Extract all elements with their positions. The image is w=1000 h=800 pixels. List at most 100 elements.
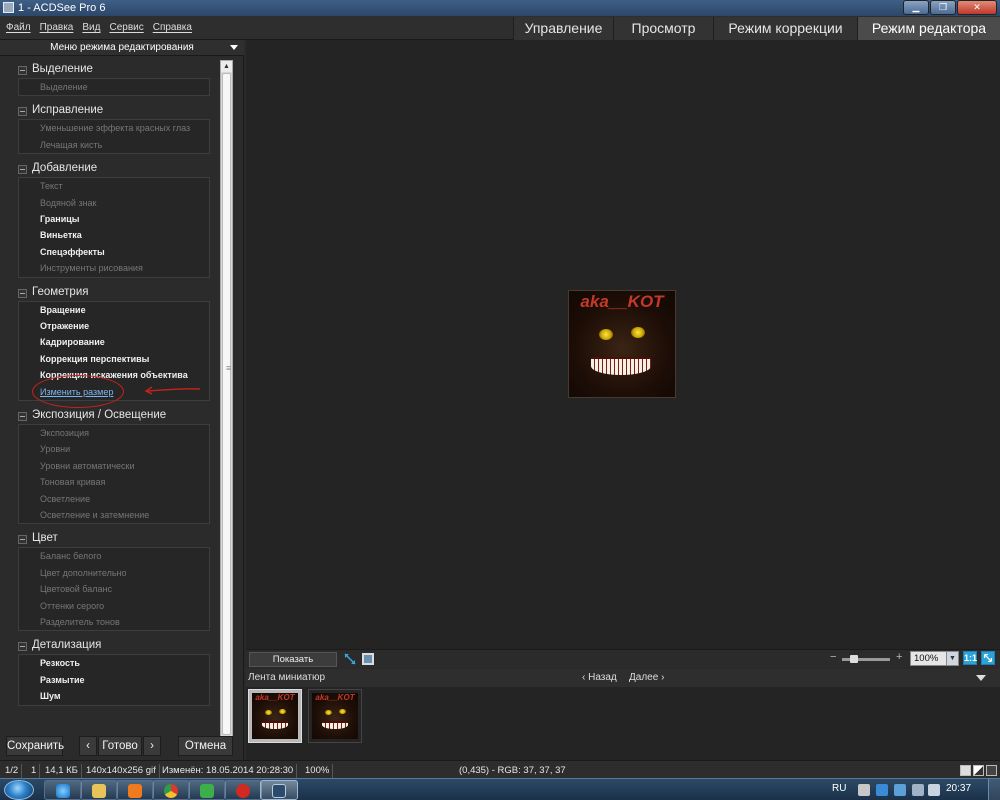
section-header[interactable]: Исправление <box>18 103 212 119</box>
clock[interactable]: 20:37 <box>946 783 971 794</box>
taskbar-ie[interactable] <box>44 780 82 800</box>
thumb-eye-left <box>265 710 272 715</box>
done-button[interactable]: Готово <box>98 736 142 756</box>
windows-taskbar: RU 20:37 <box>0 778 1000 800</box>
taskbar-app-green[interactable] <box>188 780 226 800</box>
main-image[interactable]: aka__KOT <box>568 290 676 398</box>
menu-edit[interactable]: Правка <box>40 22 74 33</box>
menu-item[interactable]: Резкость <box>19 655 209 671</box>
next-button[interactable]: › <box>143 736 161 756</box>
chevron-down-icon[interactable] <box>230 45 238 50</box>
menu-item[interactable]: Отражение <box>19 318 209 334</box>
panel-toggle-icon[interactable] <box>986 765 997 776</box>
menu-view[interactable]: Вид <box>82 22 100 33</box>
menu-item[interactable]: Вращение <box>19 302 209 318</box>
network-icon[interactable] <box>912 784 924 796</box>
zoom-in-button[interactable]: + <box>896 651 902 663</box>
tray-skype-icon[interactable] <box>876 784 888 796</box>
section-title: Исправление <box>32 104 104 117</box>
menu-item[interactable]: Спецэффекты <box>19 244 209 260</box>
menu-item: Цвет дополнительно <box>40 567 127 578</box>
collapse-icon[interactable] <box>18 642 27 652</box>
status-zoom: 100% <box>302 764 334 778</box>
volume-icon[interactable] <box>928 784 940 796</box>
splitter-grip-icon[interactable]: ≡ <box>226 363 231 375</box>
tab-edit[interactable]: Режим редактора <box>857 17 1000 40</box>
actual-size-button[interactable]: 1:1 <box>963 651 977 665</box>
tab-develop[interactable]: Режим коррекции <box>713 17 857 40</box>
restore-button[interactable]: ❐ <box>930 0 956 15</box>
section-header[interactable]: Выделение <box>18 62 212 78</box>
section-header[interactable]: Детализация <box>18 638 212 654</box>
menu-item: Баланс белого <box>40 551 102 562</box>
scroll-thumb[interactable] <box>222 73 231 735</box>
taskbar-media[interactable] <box>116 780 154 800</box>
section-items: РезкостьРазмытиеШумЭффекты <box>18 654 210 706</box>
menu-item[interactable]: Шум <box>19 688 209 704</box>
view-mode-icon[interactable] <box>960 765 971 776</box>
menu-file[interactable]: Файл <box>6 22 31 33</box>
thumb-caption: aka__KOT <box>315 693 355 702</box>
filmstrip-back-button[interactable]: ‹ Назад <box>582 672 617 683</box>
close-button[interactable]: ✕ <box>957 0 997 15</box>
minimize-button[interactable]: ▁ <box>903 0 929 15</box>
prev-button[interactable]: ‹ <box>79 736 97 756</box>
collapse-icon[interactable] <box>18 288 27 298</box>
start-button[interactable] <box>4 780 34 800</box>
taskbar-explorer[interactable] <box>80 780 118 800</box>
taskbar-acdsee[interactable] <box>260 780 298 800</box>
panel-scrollbar[interactable]: ▲ ▼ <box>220 60 233 748</box>
image-viewer[interactable]: aka__KOT <box>246 40 1000 649</box>
zoom-out-button[interactable]: − <box>830 651 836 663</box>
filmstrip-thumb-1[interactable]: aka__KOT <box>248 689 302 743</box>
menu-help[interactable]: Справка <box>153 22 192 33</box>
menu-item[interactable]: Границы <box>19 211 209 227</box>
filmstrip-next-button[interactable]: Далее › <box>629 672 664 683</box>
menu-item: Лечащая кисть <box>40 139 103 150</box>
tray-app-icon[interactable] <box>894 784 906 796</box>
section-header[interactable]: Экспозиция / Освещение <box>18 408 212 424</box>
tray-arrow-icon[interactable] <box>858 784 870 796</box>
show-changes-button[interactable]: Показать изменения <box>249 652 337 678</box>
save-button[interactable]: Сохранить <box>6 736 64 756</box>
menu-item[interactable]: Эффекты <box>19 705 209 706</box>
menu-tools[interactable]: Сервис <box>109 22 143 33</box>
section-header[interactable]: Добавление <box>18 161 212 177</box>
collapse-icon[interactable] <box>18 535 27 545</box>
collapse-icon[interactable] <box>18 66 27 75</box>
cat-grin <box>591 357 651 375</box>
zoom-slider-knob[interactable] <box>850 655 858 663</box>
zoom-dropdown-icon[interactable]: ▼ <box>946 651 959 666</box>
section-items: Выделение <box>18 78 210 97</box>
title-bar: 1 - ACDSee Pro 6 ▁ ❐ ✕ <box>0 0 1000 16</box>
compare-icon[interactable] <box>361 652 375 666</box>
taskbar-opera[interactable] <box>224 780 262 800</box>
filmstrip-dropdown-icon[interactable] <box>976 675 986 681</box>
expand-icon[interactable] <box>343 652 357 666</box>
zoom-slider[interactable] <box>842 655 890 663</box>
panel-header[interactable]: Меню режима редактирования <box>0 40 244 56</box>
section-header[interactable]: Цвет <box>18 531 212 547</box>
menu-item[interactable]: Коррекция перспективы <box>19 351 209 367</box>
thumb-grin <box>322 721 348 729</box>
scroll-up-arrow-icon[interactable]: ▲ <box>221 61 232 72</box>
menu-item[interactable]: Виньетка <box>19 227 209 243</box>
collapse-icon[interactable] <box>18 412 27 421</box>
zoom-field[interactable]: 100% <box>910 651 948 666</box>
collapse-icon[interactable] <box>18 107 27 117</box>
menu-item[interactable]: Кадрирование <box>19 334 209 350</box>
language-indicator[interactable]: RU <box>832 783 846 794</box>
section-title: Выделение <box>32 63 93 75</box>
section-header[interactable]: Геометрия <box>18 285 212 301</box>
cancel-button[interactable]: Отмена <box>178 736 233 756</box>
show-desktop-button[interactable] <box>988 779 1000 800</box>
tab-view[interactable]: Просмотр <box>613 17 713 40</box>
fit-to-window-icon[interactable] <box>981 651 995 665</box>
menu-item: Выделение <box>40 82 88 92</box>
taskbar-chrome[interactable] <box>152 780 190 800</box>
menu-item[interactable]: Размытие <box>19 672 209 688</box>
collapse-icon[interactable] <box>18 165 27 175</box>
filmstrip-thumb-2[interactable]: aka__KOT <box>308 689 362 743</box>
compare-mode-icon[interactable] <box>973 765 984 776</box>
tab-manage[interactable]: Управление <box>513 17 613 40</box>
